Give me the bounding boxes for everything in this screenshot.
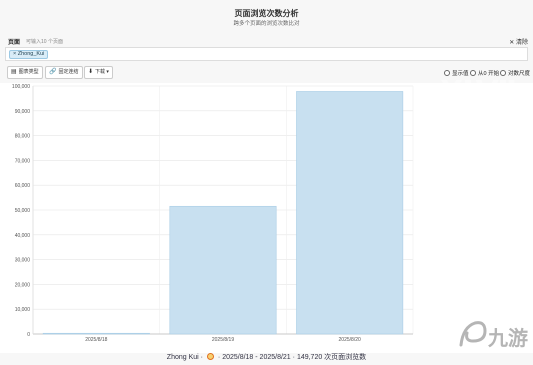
y-tick-label: 100,000 bbox=[12, 84, 30, 90]
footer-separator: · bbox=[198, 354, 205, 361]
y-tick-label: 70,000 bbox=[15, 158, 31, 164]
y-tick-label: 30,000 bbox=[15, 258, 31, 264]
logo-swirl-icon bbox=[459, 321, 487, 347]
page-subtitle: 跨多个页面的浏览次数比对 bbox=[233, 21, 300, 27]
clear-button[interactable]: ✕ 清除 bbox=[509, 37, 528, 46]
bar bbox=[169, 205, 277, 335]
y-tick-label: 0 bbox=[27, 332, 30, 338]
jiuyou-logo: 九游 bbox=[459, 321, 528, 350]
x-tick-label: 2025/8/20 bbox=[339, 337, 361, 343]
chevron-down-icon: ▾ bbox=[105, 69, 109, 75]
page-chip[interactable]: × Zhong_Kui bbox=[9, 50, 49, 59]
watermark-bottom: 科技 bbox=[420, 118, 485, 149]
link-icon: 🔗 bbox=[49, 69, 57, 75]
page-title: 页面浏览次数分析 bbox=[234, 9, 299, 18]
bar bbox=[296, 91, 404, 335]
pages-label: 页面 bbox=[8, 40, 21, 46]
watermark-top: ⅪⅦ bbox=[440, 76, 520, 109]
chart-icon: ▤ bbox=[11, 69, 17, 75]
footer-page-name: Zhong Kui bbox=[166, 354, 199, 361]
y-tick-label: 10,000 bbox=[15, 307, 31, 313]
chart-type-button[interactable]: ▤ 图表类型 bbox=[7, 66, 43, 79]
download-label: 下载 bbox=[95, 69, 106, 75]
pages-row: 页面 可输入10 个页面 ✕ 清除 bbox=[0, 35, 533, 47]
y-tick-label: 50,000 bbox=[15, 208, 31, 214]
page-icon bbox=[206, 353, 214, 360]
pages-input[interactable]: × Zhong_Kui bbox=[5, 47, 528, 61]
download-button[interactable]: ⬇ 下载 ▾ bbox=[84, 66, 113, 79]
permalink-label: 固定连结 bbox=[58, 69, 79, 75]
y-tick-label: 20,000 bbox=[15, 282, 31, 288]
x-tick-label: 2025/8/19 bbox=[212, 337, 234, 343]
permalink-button[interactable]: 🔗 固定连结 bbox=[45, 66, 83, 79]
footer-summary: Zhong Kui · · 2025/8/18 - 2025/8/21 · 14… bbox=[0, 352, 533, 365]
page-chip-label: Zhong_Kui bbox=[17, 51, 45, 57]
y-tick-label: 40,000 bbox=[15, 233, 31, 239]
bar bbox=[42, 332, 150, 335]
y-tick-label: 60,000 bbox=[15, 183, 31, 189]
x-tick-label: 2025/8/18 bbox=[85, 337, 107, 343]
chart-type-label: 图表类型 bbox=[18, 69, 39, 75]
logo-text: 九游 bbox=[487, 326, 528, 350]
footer-total: 149,720 次页面浏览数 bbox=[296, 354, 367, 361]
pages-hint: 可输入10 个页面 bbox=[26, 39, 63, 45]
y-tick-label: 90,000 bbox=[15, 109, 31, 115]
header: 页面浏览次数分析 跨多个页面的浏览次数比对 bbox=[0, 0, 533, 34]
y-tick-label: 80,000 bbox=[15, 134, 31, 140]
download-icon: ⬇ bbox=[88, 69, 94, 75]
footer-range: 2025/8/18 - 2025/8/21 bbox=[222, 354, 291, 361]
